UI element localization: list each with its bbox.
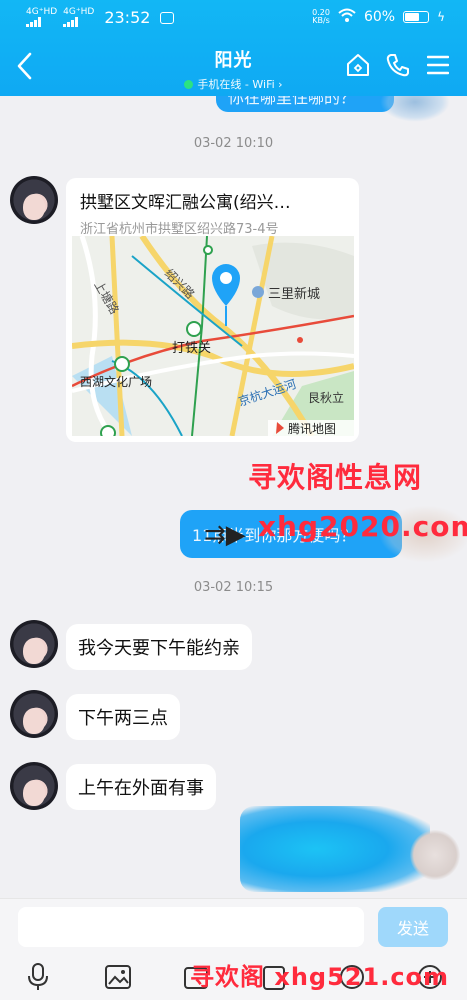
charging-icon: ϟ [437,10,445,24]
message-text: 我今天要下午能约亲 [78,638,240,659]
redacted-self-message [240,806,430,892]
location-card[interactable]: 拱墅区文晖汇融公寓(绍兴… 浙江省杭州市拱墅区绍兴路73-4号 绍兴路 上塘路 … [66,178,359,442]
message-text: 下午两三点 [78,708,168,729]
self-message-bubble[interactable]: 你在哪里住哪的？ [216,96,394,112]
net-speed-unit: KB/s [312,16,330,25]
signal-2: 4G⁺HD [63,8,94,27]
message-bubble[interactable]: 下午两三点 [66,694,180,740]
message-input[interactable] [18,907,364,947]
message-bubble[interactable]: 我今天要下午能约亲 [66,624,252,670]
location-map: 绍兴路 上塘路 三里新城 打铁关 西湖文化广场 京杭大运河 艮秋立 腾讯地图 [71,234,355,441]
message-bubble[interactable]: 上午在外面有事 [66,764,216,810]
net-speed: 0.20 KB/s [312,9,330,25]
microphone-icon [28,963,48,990]
map-label-sanli: 三里新城 [268,286,320,302]
online-status[interactable]: 手机在线 - WiFi › [184,76,283,92]
network-type-1: 4G⁺HD [26,7,58,17]
self-avatar[interactable] [410,830,460,880]
signal-bars-icon [26,17,42,27]
hamburger-icon [427,55,449,75]
arrow-watermark-icon: ⇉▶ [204,520,246,550]
menu-button[interactable] [425,52,451,78]
watermark-bottom: 寻欢阁 xhg521.com [190,963,450,991]
timestamp-separator: 03-02 10:10 [193,136,274,151]
network-type-2: 4G⁺HD [63,7,95,17]
phone-icon [386,54,409,77]
map-label-genqiu: 艮秋立 [308,390,344,405]
battery-icon [403,11,430,23]
map-provider: 腾讯地图 [288,421,336,436]
contact-avatar[interactable] [10,690,58,738]
clock: 23:52 [104,8,151,27]
battery-percent: 60% [363,9,396,25]
image-icon [105,965,131,989]
watermark-top: 寻欢阁性息网 [248,461,423,494]
contact-avatar[interactable] [10,762,58,810]
input-bar: 发送 寻欢阁 xhg521.com [0,898,467,1000]
contact-avatar[interactable] [10,620,58,668]
online-dot-icon [184,79,194,89]
signal-bars-icon [63,17,79,27]
contact-avatar[interactable] [10,176,58,224]
location-address: 浙江省杭州市拱墅区绍兴路73-4号 [80,222,279,237]
location-title: 拱墅区文晖汇融公寓(绍兴… [80,193,291,213]
status-bar: 4G⁺HD 4G⁺HD 23:52 0.20 KB/s 60% ϟ [0,0,467,34]
home-shortcut-button[interactable] [345,52,371,78]
map-label-datieguan: 打铁关 [172,341,211,356]
watermark-mid: xhg2020.com [258,510,467,543]
message-list[interactable]: 你在哪里住哪的？ 03-02 10:10 拱墅区文晖汇融公寓(绍兴… 浙江省杭州… [0,96,467,898]
wifi-icon [338,8,356,26]
call-button[interactable] [385,52,411,78]
notification-icon [160,11,175,24]
voice-button[interactable] [18,959,58,995]
signal-1: 4G⁺HD [26,8,57,27]
message-text: 你在哪里住哪的？ [228,96,357,107]
chat-header: 4G⁺HD 4G⁺HD 23:52 0.20 KB/s 60% ϟ 阳光 手机在… [0,0,467,96]
image-button[interactable] [98,959,138,995]
send-button[interactable]: 发送 [378,907,448,947]
scribble-redaction [380,96,450,122]
timestamp-separator: 03-02 10:15 [193,580,274,595]
house-icon [347,54,369,76]
map-label-xihu: 西湖文化广场 [80,374,152,389]
message-text: 上午在外面有事 [78,778,204,799]
online-status-text: 手机在线 - WiFi › [197,78,283,91]
